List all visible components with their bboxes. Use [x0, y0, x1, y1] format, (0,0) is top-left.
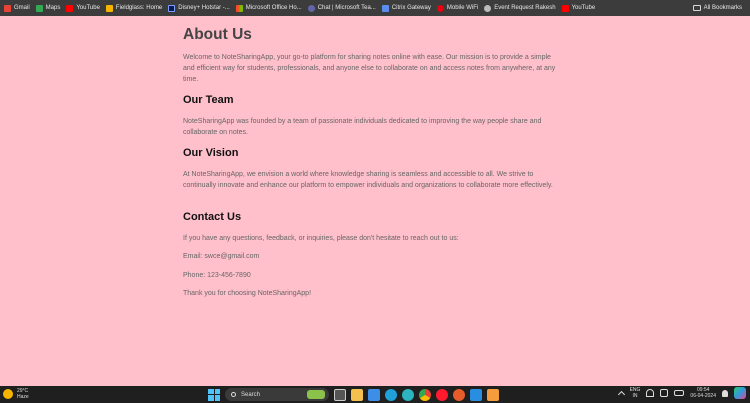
huawei-icon [436, 4, 444, 12]
bookmark-label: Fieldglass: Home [115, 5, 163, 11]
youtube-icon [561, 4, 569, 12]
teams-icon [307, 4, 315, 12]
bookmark-teams[interactable]: Chat | Microsoft Tea... [306, 0, 380, 16]
bookmark-label: Event Request Rakesh [494, 5, 556, 11]
bookmark-citrix[interactable]: Citrix Gateway [380, 0, 435, 16]
all-bookmarks-label: All Bookmarks [703, 5, 742, 11]
bookmark-label: YouTube [571, 5, 596, 11]
bookmark-office[interactable]: Microsoft Office Ho... [234, 0, 306, 16]
page-title: About Us [183, 26, 252, 43]
bookmark-youtube-2[interactable]: YouTube [560, 0, 600, 16]
hidden-icons-chevron-icon[interactable] [617, 390, 625, 399]
search-highlight-icon [307, 390, 325, 399]
office-icon [235, 4, 243, 12]
search-icon [231, 392, 236, 397]
bookmark-label: Microsoft Office Ho... [245, 5, 302, 11]
media-player-icon[interactable] [453, 388, 465, 401]
globe-icon [484, 4, 492, 12]
volume-icon[interactable] [660, 389, 669, 397]
contact-email: Email: swce@gmail.com [183, 253, 260, 260]
bookmark-hotstar[interactable]: Disney+ Hotstar -... [166, 0, 234, 16]
bookmarks-bar: Gmail Maps YouTube Fieldglass: Home Disn… [0, 0, 750, 16]
vision-text: At NoteSharingApp, we envision a world w… [183, 171, 553, 189]
bookmark-label: Chat | Microsoft Tea... [317, 5, 376, 11]
weather-desc: Haze [17, 394, 29, 400]
taskbar: 29°C Haze Search ENG IN 09:54 06-04-2024 [0, 386, 750, 403]
weather-widget[interactable]: 29°C Haze [3, 388, 29, 400]
bookmark-label: Gmail [14, 5, 30, 11]
youtube-icon [66, 4, 74, 12]
hotstar-icon [168, 4, 176, 12]
thanks-text: Thank you for choosing NoteSharingApp! [183, 290, 312, 297]
taskbar-search[interactable]: Search [225, 388, 329, 401]
weather-icon [3, 389, 13, 399]
clock[interactable]: 09:54 06-04-2024 [690, 387, 716, 399]
all-bookmarks-button[interactable]: All Bookmarks [691, 0, 746, 16]
bookmark-mobile-wifi[interactable]: Mobile WiFi [435, 0, 482, 16]
team-text: NoteSharingApp was founded by a team of … [183, 118, 542, 136]
vscode-icon[interactable] [470, 388, 482, 401]
bookmark-label: Maps [45, 5, 61, 11]
search-placeholder: Search [241, 391, 261, 398]
folder-icon [692, 5, 701, 11]
wifi-icon[interactable] [646, 389, 655, 397]
maps-icon [35, 4, 43, 12]
contact-heading: Contact Us [183, 211, 242, 223]
opera-icon[interactable] [436, 388, 448, 401]
contact-phone: Phone: 123-456-7890 [183, 272, 251, 279]
bookmark-fieldglass[interactable]: Fieldglass: Home [104, 0, 166, 16]
store-icon[interactable] [368, 388, 380, 401]
gmail-icon [4, 4, 11, 12]
contact-text: If you have any questions, feedback, or … [183, 235, 459, 242]
vision-heading: Our Vision [183, 147, 239, 159]
bookmark-label: YouTube [76, 5, 100, 11]
intro-text: Welcome to NoteSharingApp, your go-to pl… [183, 54, 556, 83]
notifications-icon[interactable] [722, 389, 728, 397]
bookmark-youtube[interactable]: YouTube [64, 0, 104, 16]
copilot-icon[interactable] [734, 387, 746, 399]
sublime-text-icon[interactable] [487, 388, 499, 401]
bookmark-maps[interactable]: Maps [34, 0, 65, 16]
language-indicator[interactable]: ENG IN [630, 387, 641, 399]
team-heading: Our Team [183, 94, 234, 106]
bookmark-label: Disney+ Hotstar -... [178, 5, 230, 11]
bookmark-event-request[interactable]: Event Request Rakesh [482, 0, 559, 16]
bookmark-gmail[interactable]: Gmail [2, 0, 34, 16]
language-region: IN [632, 393, 638, 399]
chrome-icon[interactable] [419, 388, 431, 401]
bookmark-label: Mobile WiFi [446, 5, 479, 11]
task-view-icon[interactable] [334, 388, 346, 401]
copilot-app-icon[interactable] [402, 388, 414, 401]
battery-icon[interactable] [674, 390, 685, 396]
clock-date: 06-04-2024 [690, 393, 716, 399]
file-explorer-icon[interactable] [351, 388, 363, 401]
start-button[interactable] [208, 388, 220, 401]
citrix-icon [381, 4, 389, 12]
edge-icon[interactable] [385, 388, 397, 401]
bookmark-label: Citrix Gateway [391, 5, 431, 11]
fieldglass-icon [105, 4, 113, 12]
